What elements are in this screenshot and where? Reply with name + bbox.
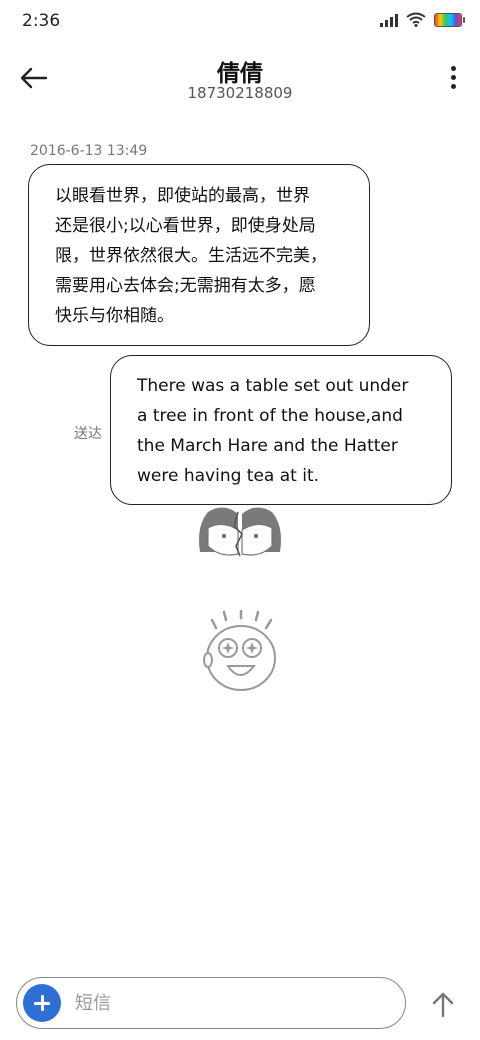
contact-name: 倩倩	[217, 61, 263, 87]
message-composer	[16, 977, 406, 1029]
status-icons	[380, 12, 465, 27]
laughing-face-doodle-icon	[203, 610, 276, 691]
incoming-message-bubble[interactable]: 以眼看世界，即使站的最高，世界 还是很小;以心看世界，即使身处局 限，世界依然很…	[28, 164, 370, 346]
sms-conversation-screen: 2:36 倩倩 18730218809 2016-6-13 13:49 以眼看世…	[0, 0, 480, 1040]
couple-doodle-icon	[199, 507, 281, 556]
send-button[interactable]	[428, 988, 458, 1022]
message-timestamp: 2016-6-13 13:49	[30, 143, 148, 159]
status-time: 2:36	[22, 11, 61, 31]
add-attachment-button[interactable]	[23, 984, 61, 1022]
battery-icon	[434, 12, 465, 27]
more-vertical-icon	[448, 66, 458, 89]
status-bar: 2:36	[0, 0, 480, 44]
arrow-up-icon	[432, 992, 454, 1018]
outgoing-message-bubble[interactable]: There was a table set out under a tree i…	[110, 355, 452, 505]
contact-number: 18730218809	[187, 84, 293, 102]
wifi-icon	[406, 12, 426, 27]
delivery-status: 送达	[74, 426, 102, 442]
message-input[interactable]	[73, 978, 397, 1029]
more-options-button[interactable]	[448, 66, 458, 90]
signal-icon	[380, 13, 398, 27]
